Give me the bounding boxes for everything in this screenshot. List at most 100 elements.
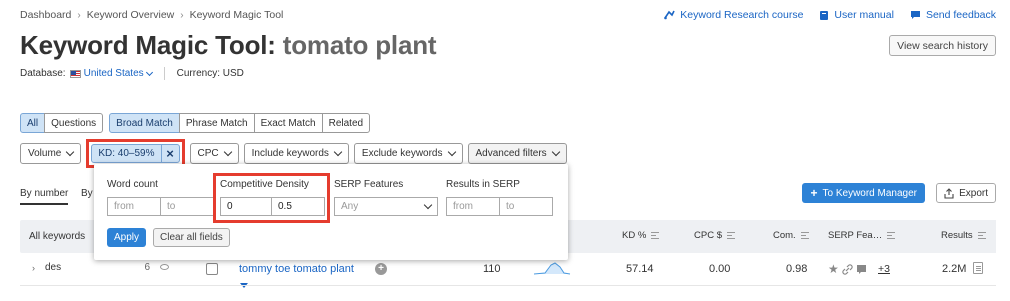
serp-features-value: Any [341,201,359,212]
tab-questions[interactable]: Questions [44,113,104,133]
column-kd-label: KD % [622,230,647,241]
results-from-input[interactable]: from [446,197,500,216]
database-row: Database: United States Currency: USD [20,67,244,80]
feedback-link[interactable]: Send feedback [910,9,996,21]
column-header-kd[interactable]: KD % [622,230,660,241]
trend-sparkline [533,262,571,275]
cpc-cell: 0.00 [709,263,731,275]
exclude-keywords-filter[interactable]: Exclude keywords [353,143,463,164]
breadcrumb: Dashboard › Keyword Overview › Keyword M… [20,9,283,21]
page-title-tool: Keyword Magic Tool: [20,30,276,60]
breadcrumb-dashboard[interactable]: Dashboard [20,9,71,21]
plus-icon: + [810,186,818,200]
manual-link[interactable]: User manual [819,9,894,21]
tab-all[interactable]: All [20,113,46,133]
volume-filter[interactable]: Volume [20,143,82,164]
breadcrumb-current: Keyword Magic Tool [189,9,284,21]
manual-link-label: User manual [834,9,894,21]
chevron-right-icon[interactable]: › [32,263,35,273]
kd-filter[interactable]: KD: 40–59% × [91,144,180,163]
include-keywords-label: Include keywords [251,148,329,159]
advanced-filters-panel: Word count from to Competitive Density 0… [94,164,568,260]
to-keyword-manager-button[interactable]: + To Keyword Manager [802,183,925,203]
chevron-up-icon [551,147,560,157]
chevron-down-icon [447,147,456,157]
feedback-link-label: Send feedback [925,9,996,21]
group-by-number-tab[interactable]: By number [20,188,69,205]
tab-related[interactable]: Related [321,113,371,133]
sort-icon [800,232,809,239]
course-icon [664,10,675,20]
results-to-input[interactable]: to [499,197,553,216]
clear-all-button[interactable]: Clear all fields [153,228,230,247]
reviews-icon [856,264,866,274]
word-count-from-input[interactable]: from [107,197,161,216]
advanced-filters-button[interactable]: Advanced filters [467,143,567,164]
breadcrumb-separator: › [77,9,81,21]
cpc-filter[interactable]: CPC [189,143,239,164]
help-links: Keyword Research course User manual Send… [664,9,996,21]
serp-more-link[interactable]: +3 [878,263,890,275]
us-flag-icon [69,69,81,78]
page-title-query: tomato plant [282,30,437,60]
volume-filter-label: Volume [28,148,62,159]
divider [163,67,165,80]
exclude-keywords-label: Exclude keywords [361,148,443,159]
column-com-label: Com. [773,230,796,241]
row-divider [20,285,996,286]
column-header-serp[interactable]: SERP Fea… [828,230,896,241]
apply-button[interactable]: Apply [107,228,147,247]
export-button[interactable]: Export [936,183,996,203]
sort-icon [887,232,896,239]
group-by-number-label: By number [20,188,69,205]
match-type-tabs: Broad Match Phrase Match Exact Match Rel… [109,113,371,133]
chevron-down-icon [145,68,153,76]
serp-document-icon[interactable] [973,262,983,274]
close-icon[interactable]: × [162,145,179,162]
com-cell: 0.98 [786,263,808,275]
breadcrumb-keyword-overview[interactable]: Keyword Overview [87,9,175,21]
course-link[interactable]: Keyword Research course [664,9,803,21]
chevron-down-icon [66,147,75,157]
column-header-results[interactable]: Results [941,230,986,241]
kd-filter-label: KD: 40–59% [92,145,162,162]
competitive-density-to-input[interactable]: 0.5 [271,197,325,216]
view-search-history-button[interactable]: View search history [889,35,996,56]
tab-broad-match[interactable]: Broad Match [109,113,180,133]
database-label: Database: [20,68,66,79]
column-header-com[interactable]: Com. [773,230,809,241]
chat-bubble-icon [910,11,920,19]
eye-icon[interactable] [160,264,169,270]
sort-icon [726,232,735,239]
sort-icon [651,232,660,239]
keyword-link[interactable]: tommy toe tomato plant [239,263,354,275]
add-to-list-icon[interactable]: + [375,263,387,275]
row-checkbox[interactable] [206,263,218,275]
tab-phrase-match[interactable]: Phrase Match [178,113,255,133]
competitive-density-label: Competitive Density [220,179,309,190]
column-cpc-label: CPC $ [694,230,722,241]
sidebar-item[interactable]: › des 6 [20,262,172,273]
sidebar-item-count: 6 [144,262,150,273]
breadcrumb-separator: › [180,9,184,21]
word-count-to-input[interactable]: to [160,197,214,216]
group-by-volume-tab[interactable]: By [81,188,93,199]
database-selector[interactable]: United States [69,68,153,79]
sidebar-item-label: des [45,262,62,273]
include-keywords-filter[interactable]: Include keywords [243,143,349,164]
tab-exact-match[interactable]: Exact Match [253,113,323,133]
results-cell: 2.2M [942,263,967,275]
serp-features-label: SERP Features [334,179,404,190]
keyword-type-tabs: All Questions [20,113,104,133]
column-header-cpc[interactable]: CPC $ [694,230,735,241]
column-results-label: Results [941,230,973,241]
chevron-down-icon [423,200,433,210]
star-icon: ★ [828,262,839,276]
competitive-density-from-input[interactable]: 0 [220,197,272,216]
book-icon [820,10,829,20]
serp-features-select[interactable]: Any [334,197,438,216]
page-title: Keyword Magic Tool: tomato plant [20,30,437,61]
word-count-label: Word count [107,179,158,190]
serp-features-cell: ★ [828,262,867,276]
currency-label: Currency: USD [176,68,244,79]
